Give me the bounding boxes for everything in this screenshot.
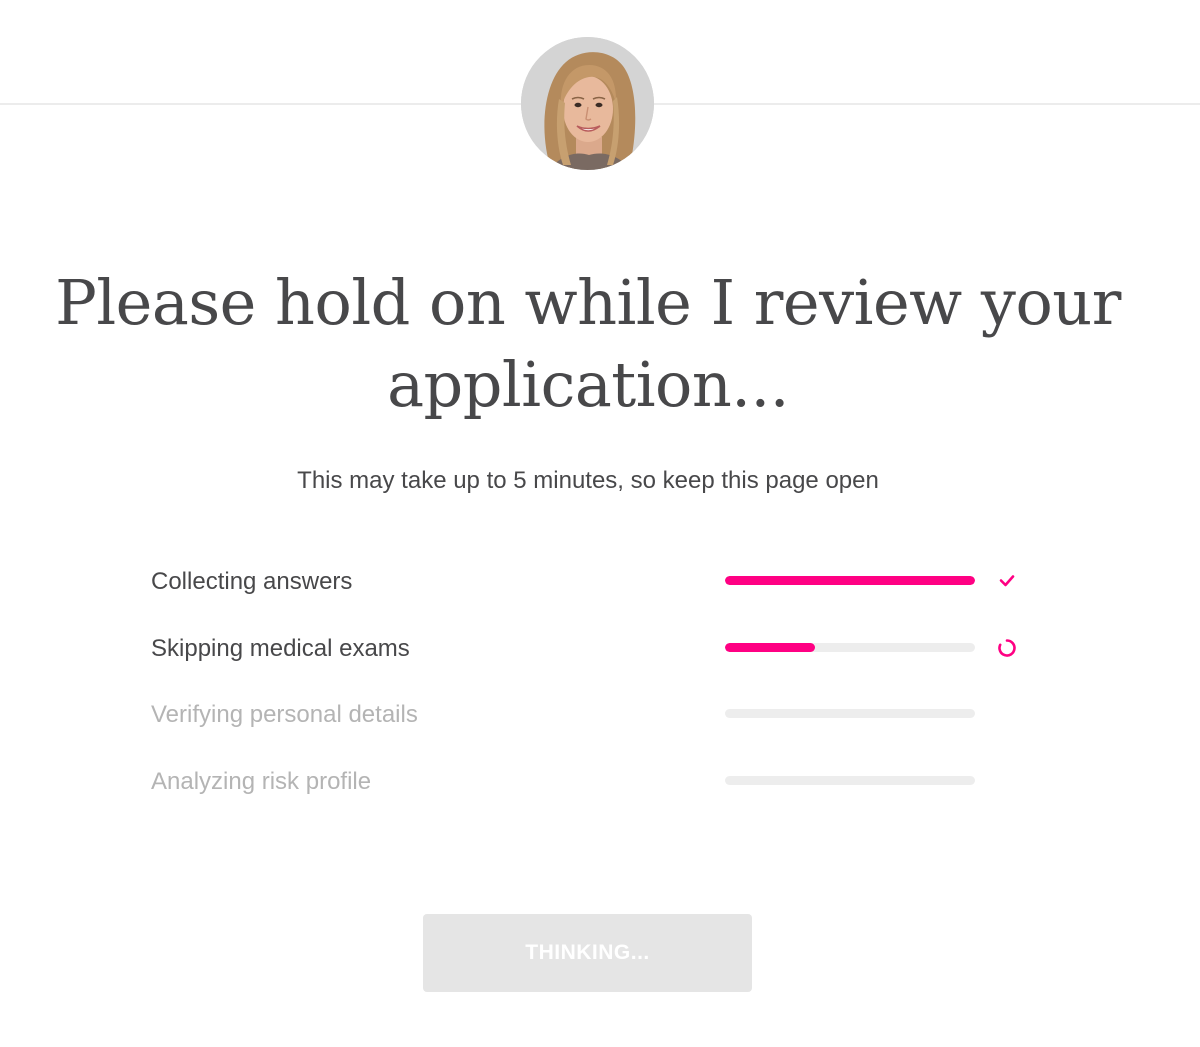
agent-portrait-icon <box>521 37 654 170</box>
step-label: Collecting answers <box>151 568 353 595</box>
progress-bar-fill <box>725 642 815 652</box>
progress-bar <box>725 709 975 718</box>
page: Please hold on while I review your appli… <box>0 0 1200 1047</box>
spinner-icon <box>998 638 1016 657</box>
step-analyzing-risk-profile: Analyzing risk profile <box>151 761 1051 828</box>
page-title: Please hold on while I review your appli… <box>0 262 1176 426</box>
progress-bar <box>725 642 975 652</box>
page-subtitle: This may take up to 5 minutes, so keep t… <box>297 467 879 494</box>
progress-bar <box>725 576 975 585</box>
step-label: Verifying personal details <box>151 701 418 728</box>
progress-bar <box>725 775 975 785</box>
check-icon <box>999 575 1015 587</box>
progress-steps: Collecting answers Skipping medical exam… <box>151 561 1051 827</box>
page-title-line-1: Please hold on while I review your <box>55 266 1121 339</box>
thinking-button[interactable]: THINKING... <box>423 914 752 992</box>
page-title-line-2: application... <box>387 348 789 421</box>
progress-bar-fill <box>725 576 975 585</box>
step-label: Analyzing risk profile <box>151 767 372 795</box>
step-skipping-medical-exams: Skipping medical exams <box>151 628 1051 695</box>
step-label: Skipping medical exams <box>151 634 410 662</box>
step-verifying-personal-details: Verifying personal details <box>151 694 1051 761</box>
agent-avatar <box>521 37 654 170</box>
step-collecting-answers: Collecting answers <box>151 561 1051 628</box>
